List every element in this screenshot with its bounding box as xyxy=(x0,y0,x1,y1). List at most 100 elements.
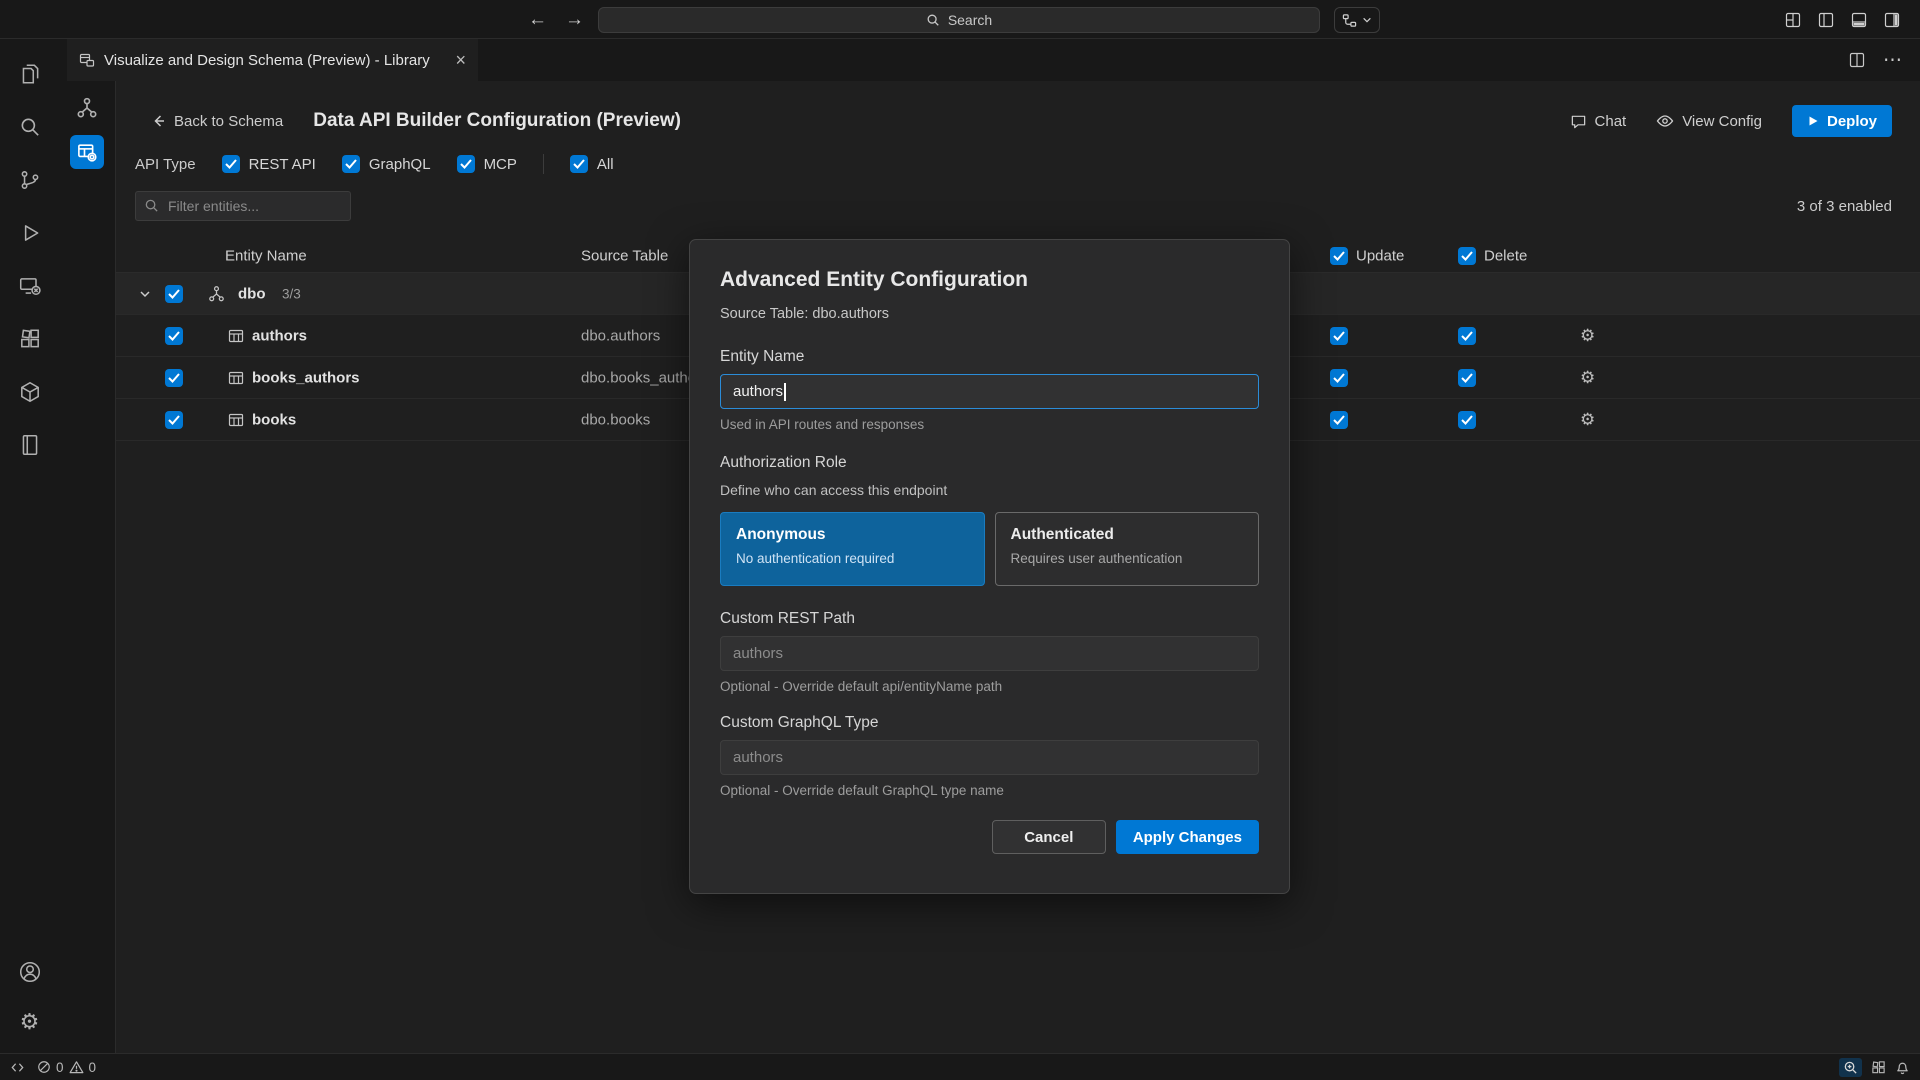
dialog-title: Advanced Entity Configuration xyxy=(720,268,1259,292)
delete-checkbox[interactable] xyxy=(1458,369,1476,387)
text-caret xyxy=(784,383,786,401)
page-title: Data API Builder Configuration (Preview) xyxy=(313,110,681,132)
more-actions-icon[interactable]: ⋯ xyxy=(1883,49,1902,72)
entity-settings-gear-icon[interactable]: ⚙ xyxy=(1580,410,1595,430)
source-table: dbo.books xyxy=(581,411,650,428)
enabled-count-text: 3 of 3 enabled xyxy=(1797,198,1892,215)
entity-name-input[interactable]: authors xyxy=(720,374,1259,409)
update-checkbox[interactable] xyxy=(1330,369,1348,387)
problems-status[interactable]: 0 0 xyxy=(37,1060,96,1075)
toggle-secondary-sidebar-icon[interactable] xyxy=(1884,12,1900,28)
remote-indicator-icon[interactable] xyxy=(10,1060,25,1075)
header-delete-checkbox[interactable] xyxy=(1458,247,1476,265)
header-entity-name: Entity Name xyxy=(225,247,307,264)
source-control-icon[interactable] xyxy=(17,167,43,193)
delete-checkbox[interactable] xyxy=(1458,327,1476,345)
all-checkbox[interactable] xyxy=(570,155,588,173)
graphql-checkbox[interactable] xyxy=(342,155,360,173)
toggle-panel-icon[interactable] xyxy=(1851,12,1867,28)
notifications-bell-icon[interactable] xyxy=(1895,1060,1910,1075)
entity-name: books xyxy=(252,411,296,428)
notebook-icon[interactable] xyxy=(17,432,43,458)
view-config-button[interactable]: View Config xyxy=(1656,112,1762,130)
apply-changes-button[interactable]: Apply Changes xyxy=(1116,820,1259,854)
filter-all[interactable]: All xyxy=(570,155,614,173)
entity-name-help: Used in API routes and responses xyxy=(720,417,1259,432)
customize-layout-icon[interactable] xyxy=(1785,12,1801,28)
rest-path-input[interactable] xyxy=(720,636,1259,671)
table-icon xyxy=(228,412,244,428)
row-checkbox[interactable] xyxy=(165,327,183,345)
search-sidebar-icon[interactable] xyxy=(17,114,43,140)
error-count: 0 xyxy=(56,1060,64,1075)
settings-gear-icon[interactable]: ⚙ xyxy=(17,1009,43,1035)
entity-settings-gear-icon[interactable]: ⚙ xyxy=(1580,368,1595,388)
entity-name: books_authors xyxy=(252,369,360,386)
schema-icon xyxy=(208,285,225,302)
advanced-entity-config-dialog: Advanced Entity Configuration Source Tab… xyxy=(689,239,1290,894)
delete-checkbox[interactable] xyxy=(1458,411,1476,429)
entity-name: authors xyxy=(252,327,307,344)
filter-entities-input[interactable] xyxy=(135,191,351,221)
statusbar-extension-icon[interactable] xyxy=(1871,1060,1886,1075)
api-type-label: API Type xyxy=(135,156,196,173)
warning-count: 0 xyxy=(89,1060,97,1075)
table-icon xyxy=(228,328,244,344)
zoom-status-icon[interactable] xyxy=(1839,1058,1862,1077)
chat-button[interactable]: Chat xyxy=(1570,113,1627,130)
dialog-source-table: Source Table: dbo.authors xyxy=(720,306,1259,322)
run-debug-icon[interactable] xyxy=(17,220,43,246)
update-checkbox[interactable] xyxy=(1330,411,1348,429)
search-placeholder-text: Search xyxy=(948,12,992,28)
deploy-button[interactable]: Deploy xyxy=(1792,105,1892,137)
tab-visualize-schema[interactable]: Visualize and Design Schema (Preview) - … xyxy=(67,39,478,81)
header-update-label: Update xyxy=(1356,247,1404,264)
role-card-authenticated[interactable]: Authenticated Requires user authenticati… xyxy=(995,512,1260,586)
group-checkbox[interactable] xyxy=(165,285,183,303)
cancel-button[interactable]: Cancel xyxy=(992,820,1106,854)
layout-control-dropdown[interactable] xyxy=(1334,7,1380,33)
entity-settings-gear-icon[interactable]: ⚙ xyxy=(1580,326,1595,346)
chevron-down-icon xyxy=(1362,15,1372,25)
filter-search-icon xyxy=(144,198,159,213)
back-to-schema-link[interactable]: Back to Schema xyxy=(150,113,283,130)
command-center-search[interactable]: Search xyxy=(598,7,1320,33)
header-update-checkbox[interactable] xyxy=(1330,247,1348,265)
row-checkbox[interactable] xyxy=(165,411,183,429)
graphql-type-input[interactable] xyxy=(720,740,1259,775)
status-bar: 0 0 xyxy=(0,1053,1920,1080)
extensions-icon[interactable] xyxy=(17,326,43,352)
filter-divider xyxy=(543,154,544,174)
explorer-icon[interactable] xyxy=(17,61,43,87)
schema-visualizer-icon[interactable] xyxy=(76,97,98,119)
filter-rest-api[interactable]: REST API xyxy=(222,155,316,173)
errors-icon xyxy=(37,1060,51,1074)
role-card-anonymous[interactable]: Anonymous No authentication required xyxy=(720,512,985,586)
toggle-sidebar-icon[interactable] xyxy=(1818,12,1834,28)
remote-explorer-icon[interactable] xyxy=(17,273,43,299)
source-table: dbo.authors xyxy=(581,327,660,344)
filter-mcp[interactable]: MCP xyxy=(457,155,517,173)
designer-side-strip xyxy=(59,81,116,1053)
eye-icon xyxy=(1656,112,1674,130)
mcp-checkbox[interactable] xyxy=(457,155,475,173)
nav-forward-icon[interactable]: → xyxy=(565,9,584,31)
rest-api-checkbox[interactable] xyxy=(222,155,240,173)
split-editor-icon[interactable] xyxy=(1849,52,1865,68)
nav-back-icon[interactable]: ← xyxy=(528,9,547,31)
rest-path-help: Optional - Override default api/entityNa… xyxy=(720,679,1259,694)
activity-bar: ⚙ xyxy=(0,39,59,1053)
update-checkbox[interactable] xyxy=(1330,327,1348,345)
chevron-down-icon[interactable] xyxy=(138,287,152,301)
data-api-builder-icon[interactable] xyxy=(70,135,104,169)
back-to-schema-label: Back to Schema xyxy=(174,113,283,130)
arrow-left-icon xyxy=(150,113,166,129)
row-checkbox[interactable] xyxy=(165,369,183,387)
account-icon[interactable] xyxy=(17,959,43,985)
filter-graphql[interactable]: GraphQL xyxy=(342,155,431,173)
tab-close-icon[interactable]: × xyxy=(455,50,466,71)
title-bar: ← → Search xyxy=(0,0,1920,39)
chat-bubble-icon xyxy=(1570,113,1587,130)
graphql-type-help: Optional - Override default GraphQL type… xyxy=(720,783,1259,798)
database-cube-icon[interactable] xyxy=(17,379,43,405)
